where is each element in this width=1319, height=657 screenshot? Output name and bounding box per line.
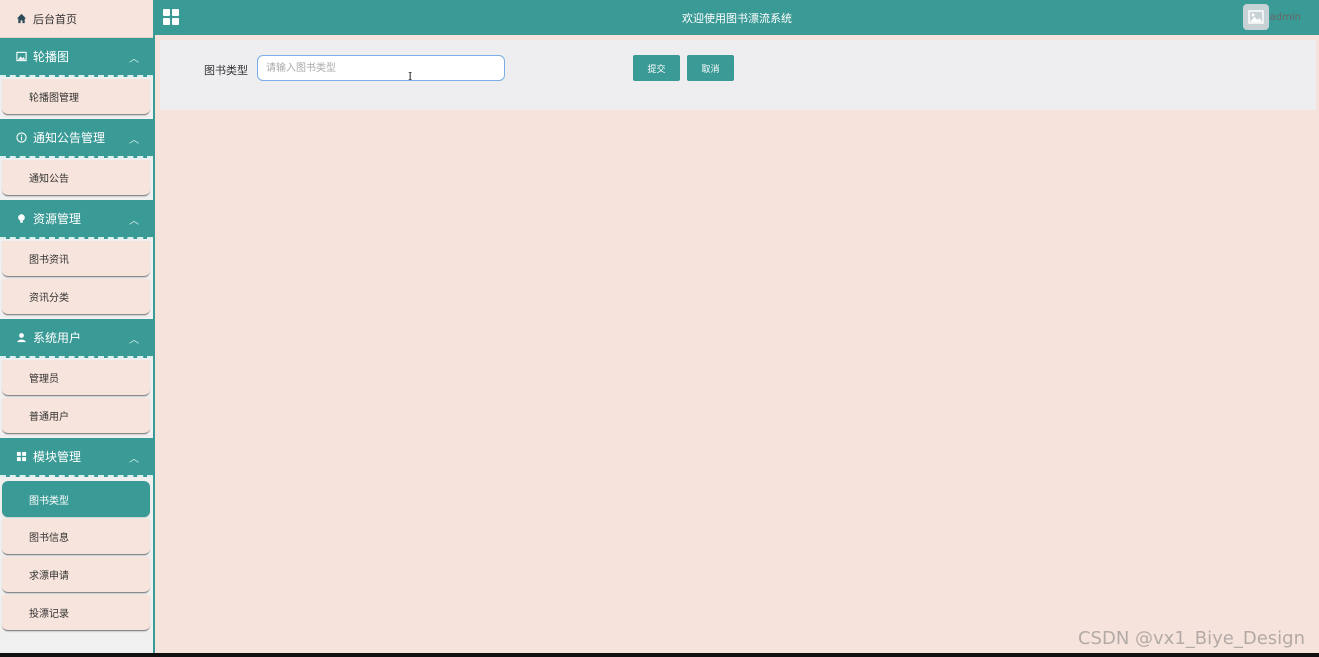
sidebar-item-book-info[interactable]: 图书信息 [2,519,150,555]
sidebar-group-resources[interactable]: 资源管理 ︿ [0,200,153,239]
sidebar-group-label: 通知公告管理 [33,131,106,145]
sidebar-item-label: 投漂记录 [29,609,69,620]
sidebar-item-label: 图书信息 [29,533,69,544]
sidebar-item-label: 求漂申请 [29,571,69,582]
chevron-up-icon: ︿ [129,454,139,465]
sidebar-home[interactable]: 后台首页 [0,0,153,38]
sidebar-item-notice[interactable]: 通知公告 [2,160,150,196]
image-icon [16,47,27,66]
bulb-icon [16,209,27,228]
sidebar-home-label: 后台首页 [33,12,77,26]
sidebar-group-label: 模块管理 [33,450,82,464]
home-icon [16,13,27,24]
chevron-up-icon: ︿ [129,216,139,227]
sidebar-item-users[interactable]: 普通用户 [2,398,150,434]
cancel-button[interactable]: 取消 [687,55,734,81]
form-panel: 图书类型 提交 取消 [160,40,1316,110]
sidebar-group-label: 轮播图 [33,50,70,64]
sidebar-item-admins[interactable]: 管理员 [2,360,150,396]
sidebar-item-label: 图书资讯 [29,255,69,266]
sidebar-group-label: 资源管理 [33,212,82,226]
sidebar-item-label: 轮播图管理 [29,93,79,104]
grid-icon [16,447,27,466]
user-icon [16,328,27,347]
chevron-up-icon: ︿ [129,335,139,346]
sidebar-item-carousel-manage[interactable]: 轮播图管理 [2,79,150,115]
sidebar-item-label: 管理员 [29,374,59,385]
sidebar-item-book-type[interactable]: 图书类型 [2,481,150,517]
submit-button[interactable]: 提交 [633,55,680,81]
info-icon [16,128,27,147]
sidebar-item-book-news[interactable]: 图书资讯 [2,241,150,277]
avatar[interactable] [1243,4,1269,30]
sidebar-item-label: 资讯分类 [29,293,69,304]
sidebar-item-drift-record[interactable]: 投漂记录 [2,595,150,631]
bottom-divider [0,653,1319,657]
sidebar-group-label: 系统用户 [33,331,82,345]
top-bar: 欢迎使用图书漂流系统 admin [155,0,1319,35]
book-type-input[interactable] [257,55,505,81]
chevron-up-icon: ︿ [129,54,139,65]
sidebar-item-label: 通知公告 [29,174,69,185]
username[interactable]: admin [1270,12,1301,23]
book-type-label: 图书类型 [204,64,248,77]
watermark: CSDN @vx1_Biye_Design [1077,628,1305,649]
sidebar-item-label: 图书类型 [29,495,69,507]
page-title: 欢迎使用图书漂流系统 [682,12,792,25]
sidebar-group-users[interactable]: 系统用户 ︿ [0,319,153,358]
sidebar-group-modules[interactable]: 模块管理 ︿ [0,438,153,477]
sidebar-item-news-category[interactable]: 资讯分类 [2,279,150,315]
sidebar-group-carousel[interactable]: 轮播图 ︿ [0,38,153,77]
text-cursor-icon: I [408,70,413,83]
image-icon [1248,10,1264,24]
sidebar-group-notice[interactable]: 通知公告管理 ︿ [0,119,153,158]
sidebar-item-drift-request[interactable]: 求漂申请 [2,557,150,593]
chevron-up-icon: ︿ [129,135,139,146]
sidebar-item-label: 普通用户 [29,412,69,423]
sidebar: 后台首页 轮播图 ︿ 轮播图管理 通知公告管理 ︿ 通知公告 资源管理 ︿ 图书… [0,0,155,653]
